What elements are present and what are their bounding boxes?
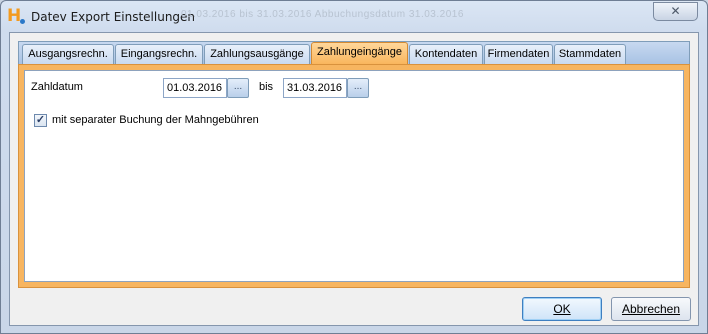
zahldatum-label: Zahldatum — [31, 81, 83, 93]
background-ghost-text: 01.03.2016 bis 31.03.2016 Abbuchungsdatu… — [181, 9, 464, 20]
app-logo-icon: H — [7, 7, 25, 25]
checkmark-icon: ✓ — [35, 114, 46, 126]
tab-stammdaten[interactable]: Stammdaten — [554, 44, 626, 64]
window-title: Datev Export Einstellungen — [31, 10, 196, 24]
dialog-body: Ausgangsrechn. Eingangsrechn. Zahlungsau… — [9, 32, 699, 326]
ok-button[interactable]: OK — [522, 297, 602, 321]
logo-letter: H — [7, 6, 22, 26]
tab-eingangsrechn[interactable]: Eingangsrechn. — [115, 44, 203, 64]
dialog-window: H Datev Export Einstellungen 01.03.2016 … — [0, 0, 708, 334]
mahngebuehren-checkbox[interactable]: ✓ — [34, 114, 47, 127]
tab-zahlungeingaenge[interactable]: Zahlungeingänge — [311, 42, 408, 65]
tab-ausgangsrechn[interactable]: Ausgangsrechn. — [22, 44, 114, 64]
ok-label: OK — [553, 302, 571, 316]
tab-strip: Ausgangsrechn. Eingangsrechn. Zahlungsau… — [18, 41, 690, 65]
tab-firmendaten[interactable]: Firmendaten — [484, 44, 553, 64]
ellipsis-icon: ... — [353, 81, 363, 92]
from-date-picker-button[interactable]: ... — [227, 78, 249, 98]
ellipsis-icon: ... — [233, 81, 243, 92]
from-date-field[interactable]: 01.03.2016 — [163, 78, 227, 98]
bis-label: bis — [259, 81, 274, 93]
to-date-field[interactable]: 31.03.2016 — [283, 78, 347, 98]
to-date-picker-button[interactable]: ... — [347, 78, 369, 98]
title-bar[interactable]: H Datev Export Einstellungen 01.03.2016 … — [1, 1, 707, 33]
tab-zahlungsausgaenge[interactable]: Zahlungsausgänge — [204, 44, 310, 64]
close-icon: ✕ — [670, 4, 681, 18]
cancel-label: Abbrechen — [621, 302, 681, 316]
tab-panel-zahlungeingaenge: Zahldatum 01.03.2016 ... bis 31.03.2016 … — [18, 64, 690, 288]
logo-dot — [20, 19, 25, 24]
mahngebuehren-label[interactable]: mit separater Buchung der Mahngebühren — [52, 114, 259, 126]
panel-content: Zahldatum 01.03.2016 ... bis 31.03.2016 … — [24, 70, 684, 282]
tab-kontendaten[interactable]: Kontendaten — [409, 44, 483, 64]
close-button[interactable]: ✕ — [653, 2, 698, 21]
cancel-button[interactable]: Abbrechen — [611, 297, 691, 321]
